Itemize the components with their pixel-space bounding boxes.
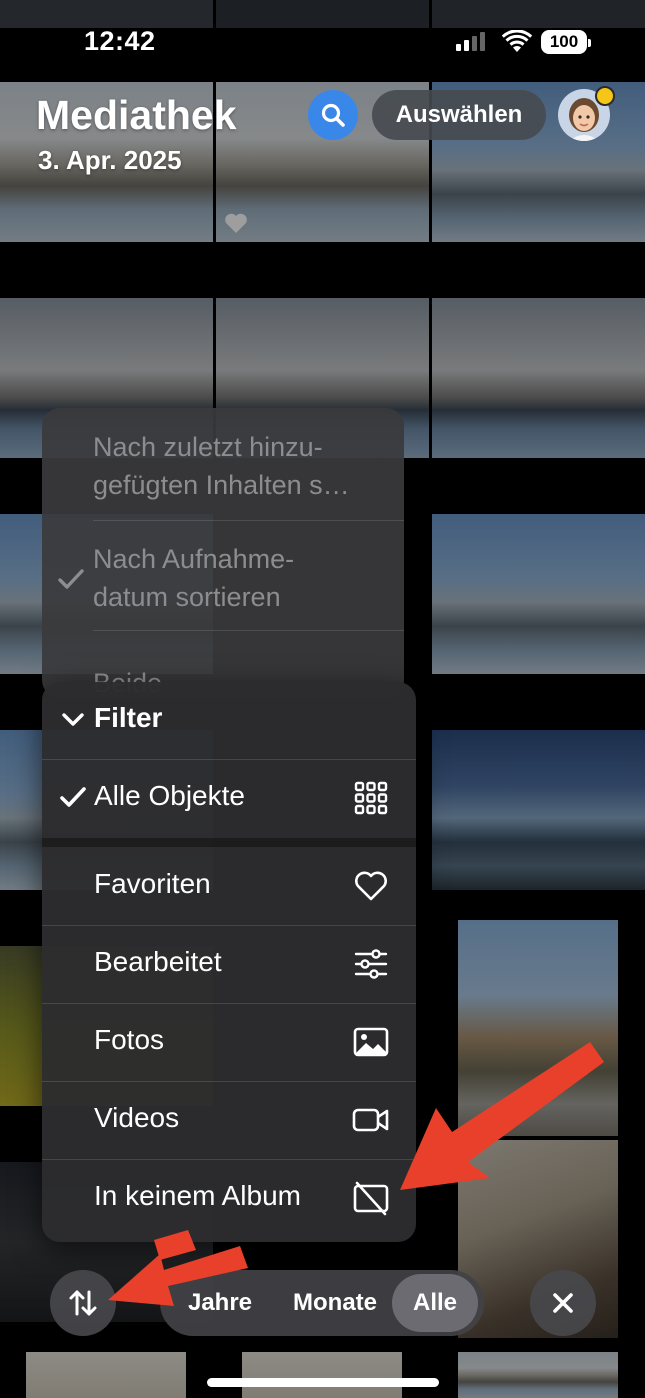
home-indicator (207, 1378, 439, 1387)
annotation-arrow (108, 1230, 248, 1306)
annotation-arrows (108, 1042, 604, 1306)
annotation-arrow (400, 1042, 604, 1190)
